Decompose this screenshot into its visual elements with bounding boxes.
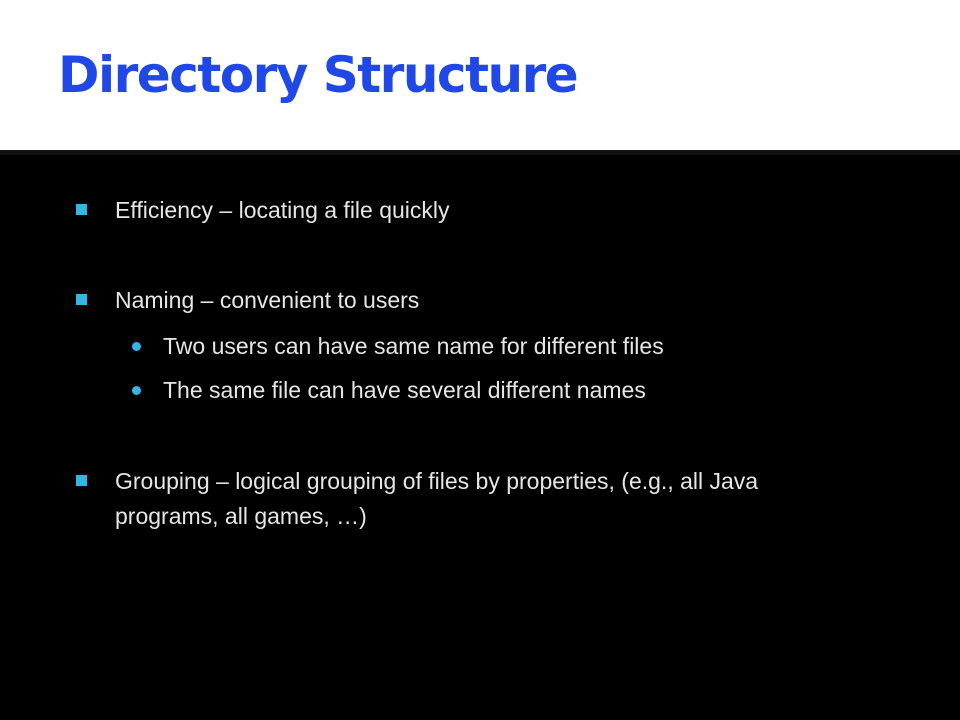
slide-content: Efficiency – locating a file quickly Nam… bbox=[0, 155, 960, 720]
slide: Directory Structure Efficiency – locatin… bbox=[0, 0, 960, 720]
square-bullet-icon bbox=[76, 294, 87, 305]
bullet-efficiency: Efficiency – locating a file quickly bbox=[115, 197, 450, 223]
bullet-grouping-line1: Grouping – logical grouping of files by … bbox=[115, 468, 759, 494]
subbullet-several-names: The same file can have several different… bbox=[163, 377, 646, 403]
square-bullet-icon bbox=[76, 204, 87, 215]
round-bullet-icon bbox=[132, 386, 141, 395]
bullet-naming: Naming – convenient to users bbox=[115, 287, 420, 313]
subbullet-same-name: Two users can have same name for differe… bbox=[163, 333, 664, 359]
bullet-grouping-line2: programs, all games, …) bbox=[115, 503, 367, 529]
square-bullet-icon bbox=[76, 475, 87, 486]
title-area: Directory Structure bbox=[0, 0, 960, 152]
round-bullet-icon bbox=[132, 342, 141, 351]
slide-title: Directory Structure bbox=[58, 46, 579, 104]
